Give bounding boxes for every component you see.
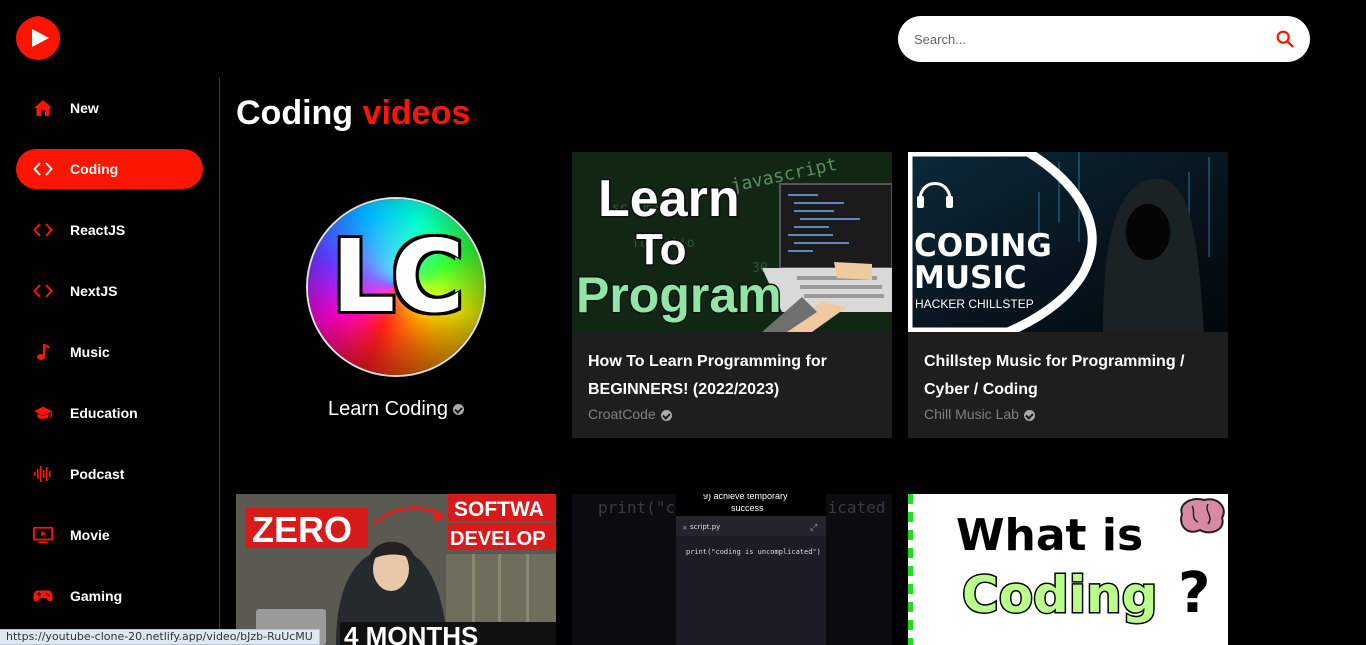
verified-check-icon bbox=[453, 404, 465, 416]
sidebar-item-label: Gaming bbox=[70, 588, 123, 604]
video-channel[interactable]: CroatCode bbox=[588, 406, 672, 422]
thumb-line: ZERO bbox=[252, 509, 352, 550]
browser-status-url: https://youtube-clone-20.netlify.app/vid… bbox=[0, 629, 320, 645]
sidebar-item-label: Music bbox=[70, 344, 110, 360]
thumb-line: Program bbox=[576, 267, 782, 323]
video-channel-name: CroatCode bbox=[588, 406, 656, 422]
thumb-bg-code: print("c bbox=[598, 498, 675, 517]
thumb-sub: HACKER CHILLSTEP bbox=[915, 297, 1034, 311]
thumb-line: DEVELOP bbox=[450, 528, 546, 550]
sidebar-item-label: New bbox=[70, 100, 99, 116]
sidebar-item-label: NextJS bbox=[70, 283, 118, 299]
youtube-logo-icon bbox=[16, 16, 60, 60]
sidebar-item-label: Coding bbox=[70, 161, 119, 177]
app-logo[interactable] bbox=[16, 16, 60, 60]
search-input[interactable] bbox=[914, 31, 1274, 47]
sidebar-item-education[interactable]: Education bbox=[16, 393, 203, 433]
tv-play-icon bbox=[33, 525, 53, 545]
channel-name-text: Learn Coding bbox=[327, 398, 449, 420]
video-thumbnail[interactable]: print("c licated 9) achieve temporary su… bbox=[572, 494, 892, 645]
thumb-line: CODING bbox=[914, 228, 1052, 264]
thumb-line: SOFTWA bbox=[454, 498, 544, 521]
thumb-tab: script.py bbox=[690, 523, 720, 531]
video-card[interactable]: CODING MUSIC HACKER CHILLSTEP Chillstep … bbox=[908, 152, 1228, 438]
search-bar bbox=[898, 16, 1310, 62]
code-icon bbox=[33, 220, 53, 240]
video-thumbnail: sc .max fun ctio 30 javascript Learn To … bbox=[572, 152, 892, 332]
home-icon bbox=[33, 98, 53, 118]
thumb-line: Coding bbox=[962, 566, 1157, 624]
thumb-line: ? bbox=[1178, 561, 1210, 626]
video-thumbnail[interactable]: ZERO SOFTWA DEVELOP 4 MONTHS bbox=[236, 494, 556, 645]
channel-avatar-text: LC bbox=[331, 218, 464, 335]
video-channel-name: Chill Music Lab bbox=[924, 406, 1019, 422]
video-thumbnail: CODING MUSIC HACKER CHILLSTEP bbox=[908, 152, 1228, 332]
verified-check-icon bbox=[1023, 409, 1035, 421]
code-icon bbox=[33, 281, 53, 301]
music-note-icon bbox=[33, 342, 53, 362]
sidebar-item-reactjs[interactable]: ReactJS bbox=[16, 210, 203, 250]
sidebar-item-podcast[interactable]: Podcast bbox=[16, 454, 203, 494]
sidebar-item-new[interactable]: New bbox=[16, 88, 203, 128]
thumb-line: MUSIC bbox=[914, 260, 1027, 296]
svg-text:×: × bbox=[682, 524, 688, 532]
video-title[interactable]: How To Learn Programming for BEGINNERS! … bbox=[588, 348, 878, 404]
sidebar-item-coding[interactable]: Coding bbox=[16, 149, 203, 189]
sidebar-item-label: Movie bbox=[70, 527, 110, 543]
thumb-caption: success bbox=[731, 503, 764, 513]
thumb-bg-code: licated bbox=[818, 498, 885, 517]
sidebar-item-movie[interactable]: Movie bbox=[16, 515, 203, 555]
thumb-line: What is bbox=[956, 510, 1143, 561]
page-title-main: Coding bbox=[236, 94, 354, 132]
thumb-line: 4 MONTHS bbox=[344, 621, 478, 645]
sidebar-item-music[interactable]: Music bbox=[16, 332, 203, 372]
sidebar-item-gaming[interactable]: Gaming bbox=[16, 576, 203, 616]
sidebar-item-label: ReactJS bbox=[70, 222, 126, 238]
page-title-highlight: videos bbox=[362, 94, 471, 132]
search-icon[interactable] bbox=[1274, 28, 1296, 50]
thumb-caption: 9) achieve temporary bbox=[703, 494, 788, 501]
graduation-cap-icon bbox=[33, 403, 53, 423]
sidebar: New Coding ReactJS NextJS Music Educatio… bbox=[0, 78, 220, 645]
sidebar-item-nextjs[interactable]: NextJS bbox=[16, 271, 203, 311]
channel-name: Learn Coding bbox=[236, 398, 556, 421]
video-thumbnail[interactable]: What is Coding ? bbox=[908, 494, 1228, 645]
video-card[interactable]: sc .max fun ctio 30 javascript Learn To … bbox=[572, 152, 892, 438]
gamepad-icon bbox=[33, 586, 53, 606]
thumb-code: print("coding is uncomplicated") bbox=[686, 548, 821, 556]
sidebar-item-label: Podcast bbox=[70, 466, 125, 482]
svg-text:⤢: ⤢ bbox=[809, 523, 817, 533]
channel-avatar: LC bbox=[306, 197, 486, 377]
channel-card[interactable]: LC Learn Coding bbox=[236, 152, 556, 438]
soundwave-icon bbox=[33, 464, 53, 484]
code-icon bbox=[33, 159, 53, 179]
video-title[interactable]: Chillstep Music for Programming / Cyber … bbox=[924, 348, 1214, 404]
verified-check-icon bbox=[660, 409, 672, 421]
sidebar-item-label: Education bbox=[70, 405, 138, 421]
video-channel[interactable]: Chill Music Lab bbox=[924, 406, 1035, 422]
thumb-line: Learn bbox=[598, 170, 740, 228]
page-title: Coding videos bbox=[236, 94, 470, 133]
